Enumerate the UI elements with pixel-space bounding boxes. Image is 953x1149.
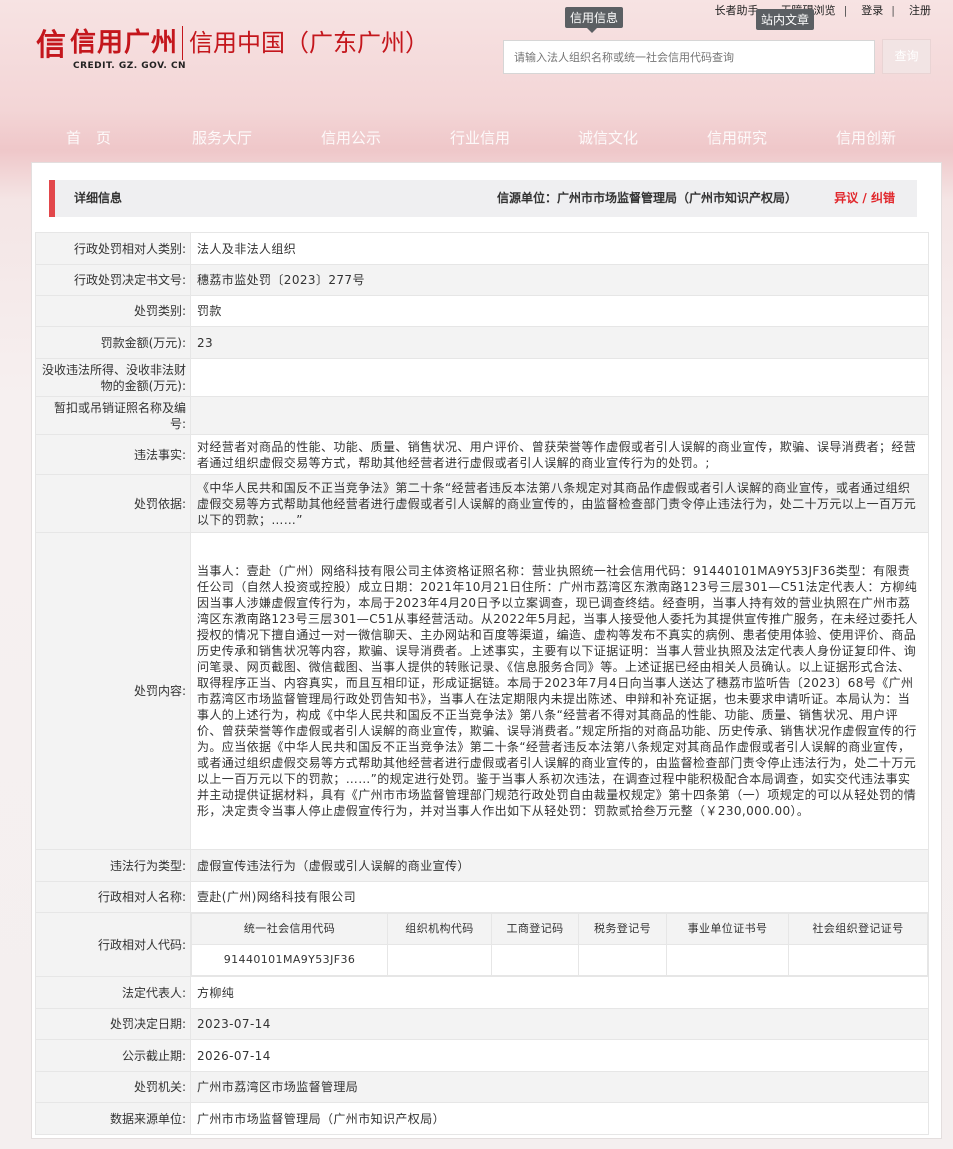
table-row: 法定代表人: 方柳纯 [35,976,929,1009]
objection-link[interactable]: 异议 / 纠错 [834,180,895,217]
row-value: 2023-07-14 [190,1008,929,1040]
detail-card: 详细信息 信源单位：广州市市场监督管理局（广州市知识产权局） 异议 / 纠错 行… [31,162,942,1139]
logo-divider [182,26,184,60]
row-value: 《中华人民共和国反不正当竞争法》第二十条“经营者违反本法第八条规定对其商品作虚假… [190,474,929,533]
logo-subtitle: 信用中国（广东广州） [189,29,430,57]
row-value: 广州市市场监督管理局（广州市知识产权局） [190,1102,929,1135]
row-key: 罚款金额(万元): [35,326,191,359]
detail-title: 详细信息 [74,191,123,205]
code-header-row: 统一社会信用代码 组织机构代码 工商登记码 税务登记号 事业单位证书号 社会组织… [191,913,928,945]
code-header: 税务登记号 [578,913,667,945]
table-row: 处罚依据: 《中华人民共和国反不正当竞争法》第二十条“经营者违反本法第八条规定对其… [35,474,929,533]
code-value-row: 91440101MA9Y53JF36 [191,944,928,976]
nav-credit-innovation[interactable]: 信用创新 [836,127,896,148]
code-header: 社会组织登记证号 [788,913,928,945]
penalty-detail-table: 行政处罚相对人类别: 法人及非法人组织 行政处罚决定书文号: 穗荔市监处罚〔2023… [35,232,929,1135]
logo-url: CREDIT. GZ. GOV. CN [73,61,187,71]
search-input[interactable] [503,40,875,74]
row-key: 处罚决定日期: [35,1008,191,1040]
row-key: 违法事实: [35,434,191,475]
table-row: 行政处罚相对人类别: 法人及非法人组织 [35,232,929,265]
row-key: 行政处罚相对人类别: [35,232,191,265]
logo-brand: 信用广州 [70,28,179,58]
row-value: 2026-07-14 [190,1039,929,1072]
table-row: 公示截止期: 2026-07-14 [35,1039,929,1072]
row-value: 虚假宣传违法行为（虚假或引人误解的商业宣传） [190,849,929,882]
table-row: 处罚内容: 当事人：壹赴（广州）网络科技有限公司主体资格证照名称：营业执照统一社会… [35,532,929,850]
table-row: 行政相对人代码: 统一社会信用代码 组织机构代码 工商登记码 税务登记号 事业单… [35,912,929,977]
row-key: 行政相对人代码: [35,912,191,977]
row-value [190,358,929,397]
row-value [190,396,929,435]
row-value: 穗荔市监处罚〔2023〕277号 [190,264,929,296]
table-row: 数据来源单位: 广州市市场监督管理局（广州市知识产权局） [35,1102,929,1135]
nav-credit-research[interactable]: 信用研究 [707,127,767,148]
code-value [387,944,492,976]
table-row: 违法事实: 对经营者对商品的性能、功能、质量、销售状况、用户评价、曾获荣誉等作虚假… [35,434,929,475]
row-key: 没收违法所得、没收非法财物的金额(万元): [35,358,191,397]
row-key: 行政处罚决定书文号: [35,264,191,296]
row-key: 处罚内容: [35,532,191,850]
row-key: 处罚机关: [35,1071,191,1103]
row-value: 23 [190,326,929,359]
top-utility-bar: 长者助手 无障碍浏览 | 登录 | 注册 [707,0,953,20]
logo-seal-icon: 信 [36,28,66,63]
code-value [666,944,789,976]
row-value: 对经营者对商品的性能、功能、质量、销售状况、用户评价、曾获荣誉等作虚假或者引人误… [190,434,929,475]
nav-industry-credit[interactable]: 行业信用 [450,127,510,148]
table-row: 处罚类别: 罚款 [35,295,929,327]
row-value: 方柳纯 [190,976,929,1009]
row-key: 处罚依据: [35,474,191,533]
table-row: 没收违法所得、没收非法财物的金额(万元): [35,358,929,397]
nav-integrity-culture[interactable]: 诚信文化 [578,127,638,148]
code-value [578,944,667,976]
row-key: 数据来源单位: [35,1102,191,1135]
table-row: 违法行为类型: 虚假宣传违法行为（虚假或引人误解的商业宣传） [35,849,929,882]
table-row: 罚款金额(万元): 23 [35,326,929,359]
code-cell: 统一社会信用代码 组织机构代码 工商登记码 税务登记号 事业单位证书号 社会组织… [190,912,929,977]
code-header: 组织机构代码 [387,913,492,945]
detail-header-bar: 详细信息 信源单位：广州市市场监督管理局（广州市知识产权局） 异议 / 纠错 [49,180,917,217]
search-button[interactable]: 查询 [882,39,931,74]
nav-service-hall[interactable]: 服务大厅 [192,127,252,148]
main-nav: 首 页 服务大厅 信用公示 行业信用 诚信文化 信用研究 信用创新 [0,127,953,151]
row-value: 罚款 [190,295,929,327]
code-header: 事业单位证书号 [666,913,789,945]
row-key: 处罚类别: [35,295,191,327]
table-row: 处罚机关: 广州市荔湾区市场监督管理局 [35,1071,929,1103]
row-value: 当事人：壹赴（广州）网络科技有限公司主体资格证照名称：营业执照统一社会信用代码：… [190,532,929,850]
tab-credit-info[interactable]: 信用信息 [565,7,624,33]
row-key: 暂扣或吊销证照名称及编号: [35,396,191,435]
row-key: 行政相对人名称: [35,881,191,913]
register-link[interactable]: 注册 [895,2,953,18]
detail-source: 信源单位：广州市市场监督管理局（广州市知识产权局） [496,191,797,205]
nav-credit-publicity[interactable]: 信用公示 [321,127,381,148]
row-key: 公示截止期: [35,1039,191,1072]
row-value: 壹赴(广州)网络科技有限公司 [190,881,929,913]
code-header: 统一社会信用代码 [191,913,388,945]
row-key: 违法行为类型: [35,849,191,882]
row-key: 法定代表人: [35,976,191,1009]
table-row: 处罚决定日期: 2023-07-14 [35,1008,929,1040]
code-header: 工商登记码 [491,913,579,945]
tab-site-articles[interactable]: 站内文章 [756,9,815,30]
nav-home[interactable]: 首 页 [66,127,111,148]
login-link[interactable]: 登录 [847,2,891,18]
code-value [788,944,928,976]
table-row: 行政处罚决定书文号: 穗荔市监处罚〔2023〕277号 [35,264,929,296]
table-row: 行政相对人名称: 壹赴(广州)网络科技有限公司 [35,881,929,913]
code-value: 91440101MA9Y53JF36 [191,944,388,976]
site-logo[interactable]: 信 信用广州 CREDIT. GZ. GOV. CN 信用中国（广东广州） [36,26,430,71]
row-value: 法人及非法人组织 [190,232,929,265]
table-row: 暂扣或吊销证照名称及编号: [35,396,929,435]
code-table: 统一社会信用代码 组织机构代码 工商登记码 税务登记号 事业单位证书号 社会组织… [191,913,928,976]
code-value [491,944,579,976]
row-value: 广州市荔湾区市场监督管理局 [190,1071,929,1103]
